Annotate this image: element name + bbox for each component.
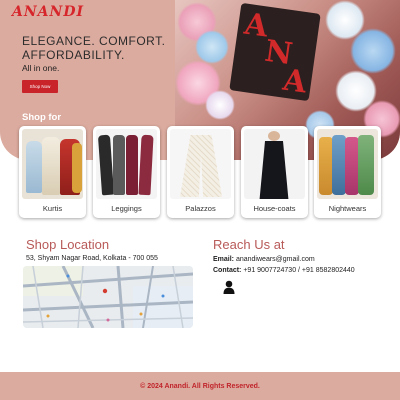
house-coats-image bbox=[244, 129, 305, 199]
category-card-palazzos[interactable]: Palazzos bbox=[167, 126, 234, 218]
category-card-kurtis[interactable]: Kurtis bbox=[19, 126, 86, 218]
leggings-image bbox=[96, 129, 157, 199]
shop-address: 53, Shyam Nagar Road, Kolkata - 700 055 bbox=[26, 255, 158, 262]
shop-now-button[interactable]: Shop Now bbox=[22, 80, 58, 93]
map-graphic bbox=[23, 266, 193, 328]
category-cards: Kurtis Leggings Palazzos House-coats Nig… bbox=[19, 126, 381, 218]
hero-tagline: ELEGANCE. COMFORT. AFFORDABILITY. bbox=[22, 34, 165, 62]
kurtis-image bbox=[22, 129, 83, 199]
contact-label: Contact: bbox=[213, 267, 242, 274]
location-map[interactable] bbox=[23, 266, 193, 328]
shop-location-heading: Shop Location bbox=[26, 237, 110, 252]
category-card-house-coats[interactable]: House-coats bbox=[241, 126, 308, 218]
shop-for-heading: Shop for bbox=[22, 112, 62, 123]
category-label: Kurtis bbox=[42, 204, 63, 213]
hero-subtitle: All in one. bbox=[22, 63, 60, 73]
category-label: Nightwears bbox=[328, 204, 367, 213]
category-label: House-coats bbox=[253, 204, 296, 213]
email-label: Email: bbox=[213, 256, 235, 263]
category-card-nightwears[interactable]: Nightwears bbox=[314, 126, 381, 218]
copyright-text: © 2024 Anandi. All Rights Reserved. bbox=[140, 382, 260, 390]
category-label: Leggings bbox=[111, 204, 142, 213]
tagline-line-1: ELEGANCE. COMFORT. bbox=[22, 34, 166, 48]
store-sign: A N A bbox=[229, 2, 321, 102]
person-icon[interactable] bbox=[223, 280, 235, 294]
nightwears-image bbox=[317, 129, 378, 199]
phone-line: Contact: +91 9007724730 / +91 8582802440 bbox=[213, 267, 355, 274]
category-card-leggings[interactable]: Leggings bbox=[93, 126, 160, 218]
category-label: Palazzos bbox=[185, 204, 216, 213]
email-link[interactable]: anandiwears@gmail.com bbox=[236, 256, 315, 263]
reach-us-heading: Reach Us at bbox=[213, 237, 285, 252]
tagline-line-2: AFFORDABILITY. bbox=[22, 48, 125, 62]
email-line: Email: anandiwears@gmail.com bbox=[213, 256, 315, 263]
site-footer: © 2024 Anandi. All Rights Reserved. bbox=[0, 372, 400, 400]
palazzos-image bbox=[170, 129, 231, 199]
brand-logo[interactable]: ANANDI bbox=[12, 4, 84, 20]
phone-numbers[interactable]: +91 9007724730 / +91 8582802440 bbox=[243, 267, 354, 274]
